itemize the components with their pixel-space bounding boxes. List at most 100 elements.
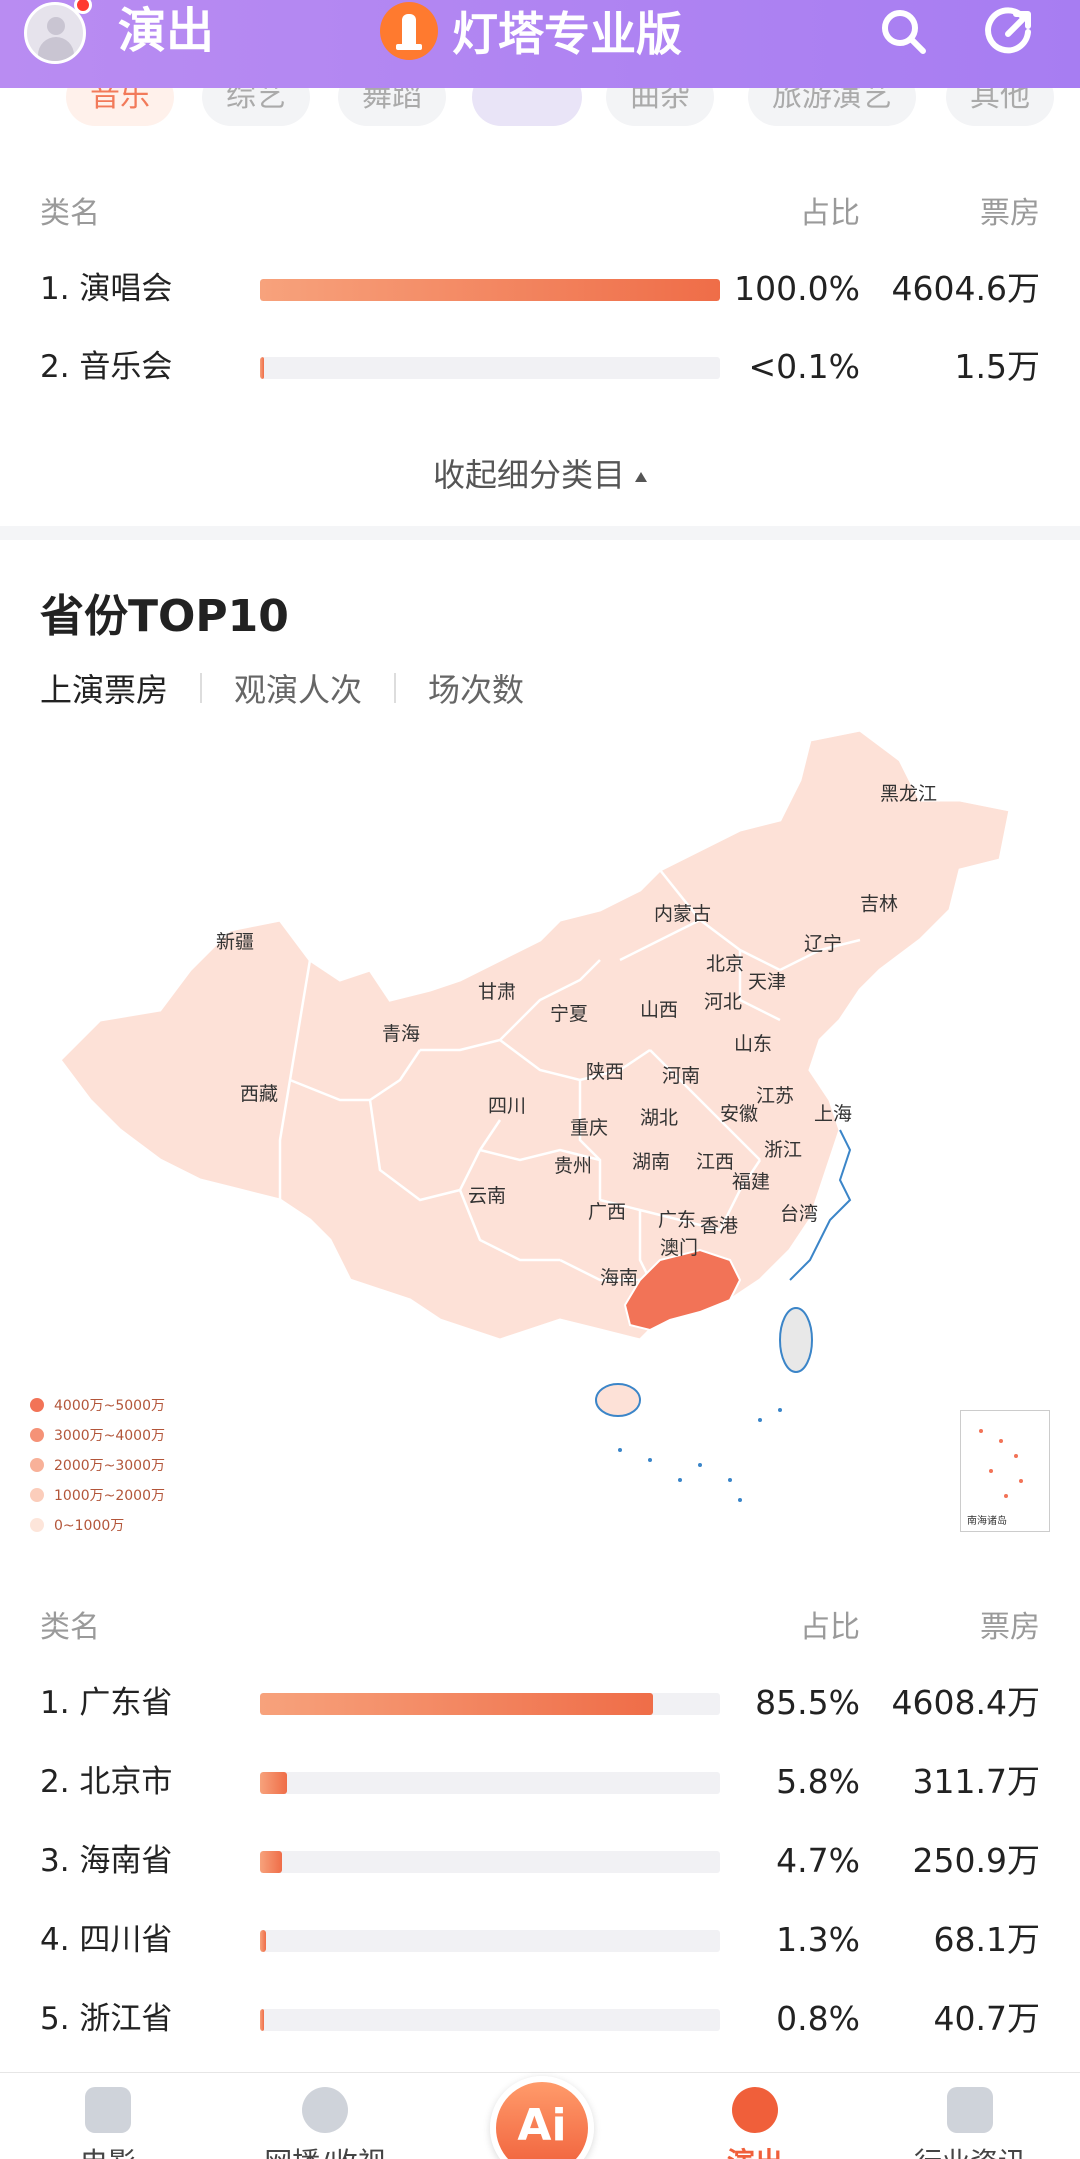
chip-quyi[interactable]: 曲杂 <box>606 88 714 126</box>
row-share: 100.0% <box>734 269 860 308</box>
tab-news[interactable]: 行业资讯 <box>895 2087 1045 2159</box>
row-box: 4608.4万 <box>891 1683 1040 1722</box>
inset-label: 南海诸岛 <box>967 1516 1007 1527</box>
row-box: 250.9万 <box>912 1841 1040 1880</box>
tab-label: 网播/收视 <box>250 2141 400 2159</box>
table-row[interactable]: 4. 四川省 1.3% 68.1万 <box>0 1915 1080 1965</box>
label-guangxi: 广西 <box>588 1201 626 1223</box>
col-name: 类名 <box>40 1610 100 1645</box>
tab-attendance[interactable]: 观演人次 <box>234 665 362 711</box>
tab-separator <box>200 673 203 703</box>
tab-separator <box>394 673 397 703</box>
chip-other[interactable]: 其他 <box>946 88 1054 126</box>
legend-label: 2000万~3000万 <box>54 1458 165 1474</box>
legend-item: 4000万~5000万 <box>30 1390 165 1420</box>
legend-dot <box>30 1398 44 1412</box>
label-liaoning: 辽宁 <box>804 933 842 955</box>
lighthouse-base <box>396 44 422 50</box>
label-hubei: 湖北 <box>640 1107 678 1129</box>
tab-show[interactable]: 演出 <box>680 2087 830 2159</box>
subcategory-panel: 类名 占比 票房 1. 演唱会 100.0% 4604.6万 2. 音乐会 <0… <box>0 148 1080 526</box>
avatar-head <box>47 17 65 35</box>
collapse-subcategory-button[interactable]: 收起细分类目 <box>0 450 1080 496</box>
col-box: 票房 <box>980 1610 1040 1645</box>
page-title: 演出 <box>118 3 215 59</box>
metric-tabs: 上演票房 观演人次 场次数 <box>40 665 524 711</box>
play-icon <box>302 2087 348 2133</box>
chip-tourism[interactable]: 旅游演艺 <box>748 88 916 126</box>
share-bar <box>260 279 720 301</box>
row-share: <0.1% <box>748 347 861 386</box>
tab-label: 演出 <box>680 2141 830 2159</box>
label-ningxia: 宁夏 <box>550 1003 588 1025</box>
caret-up-icon <box>635 472 647 482</box>
table-row[interactable]: 1. 演唱会 100.0% 4604.6万 <box>0 264 1080 314</box>
tab-label: 电影 <box>33 2141 183 2159</box>
row-name: 1. 演唱会 <box>40 271 173 307</box>
row-box: 4604.6万 <box>891 269 1040 308</box>
label-xinjiang: 新疆 <box>216 931 254 953</box>
chip-dance[interactable]: 舞蹈 <box>338 88 446 126</box>
legend-item: 3000万~4000万 <box>30 1420 165 1450</box>
row-name: 2. 音乐会 <box>40 349 173 385</box>
label-zhejiang: 浙江 <box>764 1139 802 1161</box>
document-icon <box>947 2087 993 2133</box>
label-jilin: 吉林 <box>860 893 898 915</box>
lighthouse-tower <box>402 14 416 46</box>
legend-label: 4000万~5000万 <box>54 1398 165 1414</box>
label-jiangxi: 江西 <box>696 1151 734 1173</box>
search-icon[interactable] <box>876 4 932 60</box>
label-chongqing: 重庆 <box>570 1117 608 1139</box>
row-box: 68.1万 <box>933 1920 1040 1959</box>
taiwan-shape[interactable] <box>779 1307 813 1373</box>
col-share: 占比 <box>800 196 860 231</box>
label-yunnan: 云南 <box>468 1185 506 1207</box>
share-icon[interactable] <box>982 4 1038 60</box>
row-name: 5. 浙江省 <box>40 2001 173 2037</box>
china-province-map[interactable]: 黑龙江 吉林 辽宁 内蒙古 新疆 北京 天津 河北 甘肃 宁夏 山西 山东 青海… <box>40 720 1060 1520</box>
legend-dot <box>30 1458 44 1472</box>
label-heilongjiang: 黑龙江 <box>880 783 937 805</box>
table-row[interactable]: 2. 北京市 5.8% 311.7万 <box>0 1757 1080 1807</box>
avatar-body <box>38 37 74 61</box>
row-name: 1. 广东省 <box>40 1685 173 1721</box>
label-gansu: 甘肃 <box>478 981 516 1003</box>
label-qinghai: 青海 <box>382 1023 420 1045</box>
category-chip-bar: 音乐 综艺 舞蹈 曲杂 旅游演艺 其他 <box>0 88 1080 148</box>
app-header: 演出 灯塔专业版 <box>0 0 1080 88</box>
legend-label: 3000万~4000万 <box>54 1428 165 1444</box>
label-neimenggu: 内蒙古 <box>654 903 711 925</box>
table-header: 类名 占比 票房 <box>0 188 1080 231</box>
tab-sessions[interactable]: 场次数 <box>428 665 524 711</box>
share-bar <box>260 1772 720 1794</box>
row-share: 1.3% <box>776 1920 860 1959</box>
tab-box-office[interactable]: 上演票房 <box>40 665 168 711</box>
legend-item: 2000万~3000万 <box>30 1450 165 1480</box>
label-guizhou: 贵州 <box>554 1155 592 1177</box>
col-name: 类名 <box>40 196 100 231</box>
table-row[interactable]: 5. 浙江省 0.8% 40.7万 <box>0 1994 1080 2044</box>
hainan-shape[interactable] <box>595 1383 641 1417</box>
col-box: 票房 <box>980 196 1040 231</box>
legend-item: 0~1000万 <box>30 1510 165 1540</box>
lighthouse-logo-icon <box>380 2 438 60</box>
table-header: 类名 占比 票房 <box>0 1602 1080 1645</box>
table-row[interactable]: 3. 海南省 4.7% 250.9万 <box>0 1836 1080 1886</box>
chip-variety[interactable]: 综艺 <box>202 88 310 126</box>
label-hainan: 海南 <box>600 1267 638 1289</box>
collapse-label: 收起细分类目 <box>432 456 625 494</box>
chip-music[interactable]: 音乐 <box>66 88 174 126</box>
share-bar-fill <box>260 2009 264 2031</box>
label-sichuan: 四川 <box>488 1095 526 1117</box>
row-box: 1.5万 <box>954 347 1040 386</box>
tab-movie[interactable]: 电影 <box>33 2087 183 2159</box>
map-legend: 4000万~5000万 3000万~4000万 2000万~3000万 1000… <box>30 1390 165 1540</box>
label-fujian: 福建 <box>732 1171 770 1193</box>
chip-redacted[interactable] <box>472 88 582 126</box>
row-share: 4.7% <box>776 1841 860 1880</box>
legend-dot <box>30 1428 44 1442</box>
share-bar-fill <box>260 1772 287 1794</box>
table-row[interactable]: 1. 广东省 85.5% 4608.4万 <box>0 1678 1080 1728</box>
table-row[interactable]: 2. 音乐会 <0.1% 1.5万 <box>0 342 1080 392</box>
tab-streaming[interactable]: 网播/收视 <box>250 2087 400 2159</box>
